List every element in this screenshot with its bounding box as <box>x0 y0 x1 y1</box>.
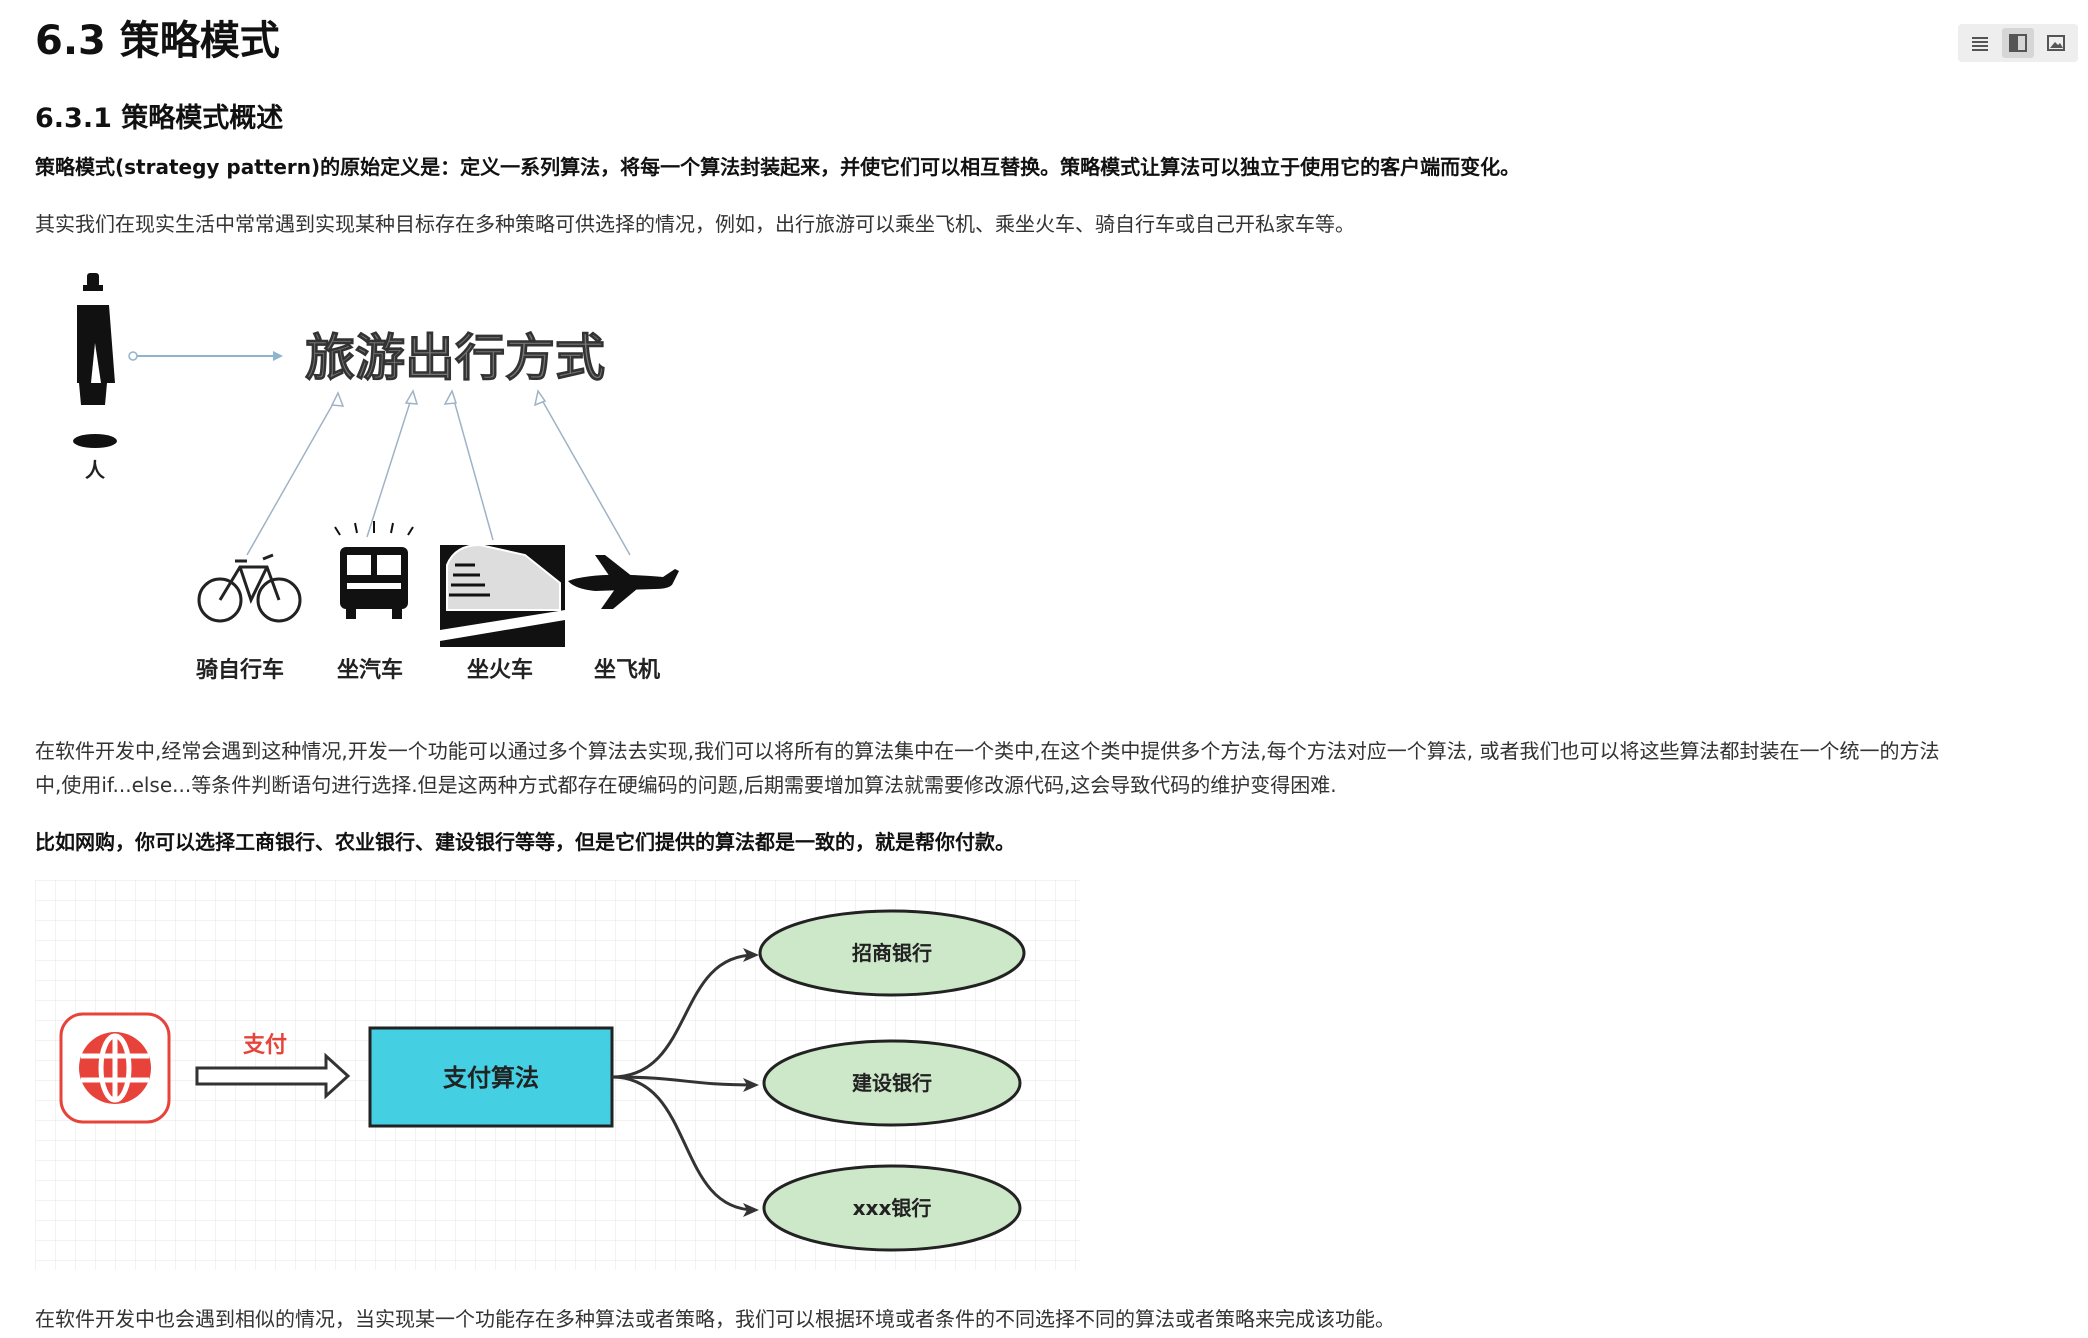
closing-paragraph: 在软件开发中也会遇到相似的情况，当实现某一个功能存在多种算法或者策略，我们可以根… <box>35 1307 1395 1331</box>
travel-option: 坐飞机 <box>594 658 660 683</box>
bicycle-icon <box>197 553 302 623</box>
shopping-paragraph: 比如网购，你可以选择工商银行、农业银行、建设银行等等，但是它们提供的算法都是一致… <box>35 830 1015 854</box>
image-icon <box>2047 35 2065 51</box>
airplane-icon <box>568 555 679 609</box>
list-icon <box>1972 37 1988 51</box>
payment-algorithm-label: 支付算法 <box>443 1064 539 1092</box>
travel-option: 骑自行车 <box>196 657 284 683</box>
view-toolbar <box>1958 24 2078 62</box>
bank-label: 建设银行 <box>852 1071 932 1095</box>
bank-label: xxx银行 <box>853 1196 932 1220</box>
bank-label: 招商银行 <box>852 941 932 965</box>
list-view-button[interactable] <box>1964 28 1996 58</box>
software-paragraph-line2: 中,使用if...else...等条件判断语句进行选择.但是这两种方式都存在硬编… <box>35 773 1337 797</box>
image-view-button[interactable] <box>2040 28 2072 58</box>
travel-strategy-figure: 人 旅游出行方式 骑自行车 坐汽车 坐火车 坐飞机 <box>73 273 679 683</box>
panel-icon <box>2009 34 2027 52</box>
page-title: 6.3 策略模式 <box>35 18 280 64</box>
definition-paragraph: 策略模式(strategy pattern)的原始定义是：定义一系列算法，将每一… <box>35 155 1521 179</box>
example-paragraph: 其实我们在现实生活中常常遇到实现某种目标存在多种策略可供选择的情况，例如，出行旅… <box>35 212 1355 236</box>
person-icon <box>73 273 117 448</box>
travel-option: 坐火车 <box>467 657 533 683</box>
payment-strategy-figure: 支付 支付算法 招商银行 建设银行 xxx银行 <box>35 880 1080 1270</box>
travel-option: 坐汽车 <box>337 657 403 683</box>
pay-arrow-label: 支付 <box>243 1033 287 1058</box>
panel-view-button[interactable] <box>2002 28 2034 58</box>
section-title: 6.3.1 策略模式概述 <box>35 103 284 134</box>
train-icon <box>440 543 565 647</box>
globe-icon <box>59 1012 171 1124</box>
bus-icon <box>334 521 414 619</box>
travel-title: 旅游出行方式 <box>305 329 605 387</box>
software-paragraph-line1: 在软件开发中,经常会遇到这种情况,开发一个功能可以通过多个算法去实现,我们可以将… <box>35 739 1940 763</box>
person-label: 人 <box>85 458 106 482</box>
